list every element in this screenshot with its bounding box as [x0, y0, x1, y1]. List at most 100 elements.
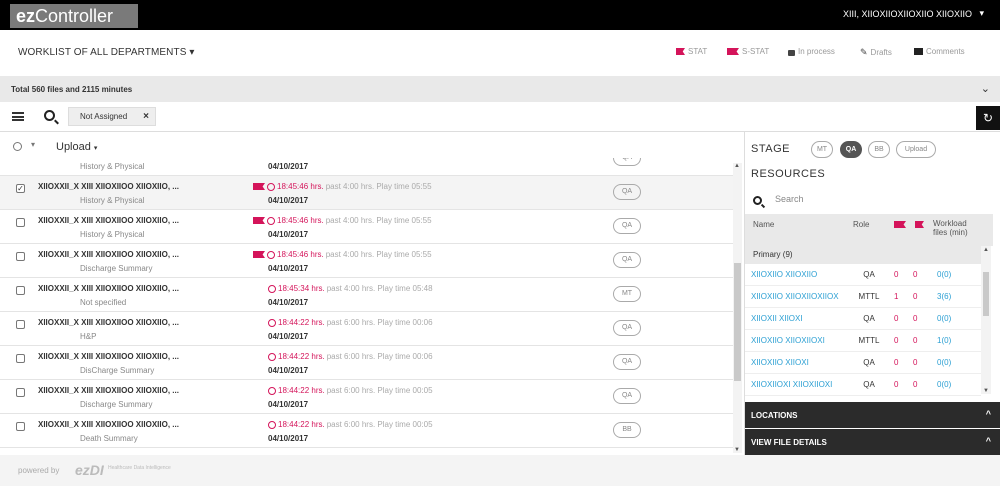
footer: powered by ezDI Healthcare Data Intellig… [0, 455, 1000, 486]
resource-row[interactable]: XIIOXIIO XIIOXIIOXIIOX MTTL 1 0 3(6) [745, 286, 981, 308]
double-flag-icon [253, 183, 265, 190]
stage-pill: QA [613, 158, 641, 166]
scroll-down-icon[interactable]: ▼ [983, 388, 989, 394]
scroll-down-icon[interactable]: ▼ [734, 447, 740, 453]
row-checkbox[interactable] [16, 354, 25, 363]
refresh-button[interactable]: ↻ [976, 106, 1000, 130]
clock-icon [267, 182, 275, 191]
double-flag-icon [727, 48, 739, 55]
stage-option-upload[interactable]: Upload [896, 141, 936, 158]
table-row[interactable]: XIIOXXII_X XIII XIIOXIIOO XIIOXIIO, ... … [0, 312, 733, 346]
scroll-up-icon[interactable]: ▲ [734, 163, 740, 169]
double-flag-icon [894, 221, 906, 228]
resource-group[interactable]: Primary (9) [745, 246, 981, 264]
stage-option-mt[interactable]: MT [811, 141, 833, 158]
resource-row[interactable]: XIIOXIIO XIIOXIIOXI MTTL 0 0 1(0) [745, 330, 981, 352]
resources-table-header: Name Role Workload files (min) [745, 214, 993, 246]
resource-row[interactable]: XIIOXIIOXI XIIOXIIOXI QA 0 0 0(0) [745, 374, 981, 396]
refresh-icon: ↻ [982, 111, 994, 125]
user-caret-icon[interactable]: ▾ [979, 8, 984, 19]
totals-text: Total 560 files and 2115 minutes [11, 85, 133, 94]
stage-pill: QA [613, 354, 641, 370]
list-scrollbar[interactable]: ▲ ▼ [733, 163, 742, 453]
ezdi-logo: ezDI [75, 462, 104, 478]
clock-icon [268, 284, 276, 293]
table-row[interactable]: XIIOXXII_X XIII XIIOXIIOO XIIOXIIO, ... … [0, 244, 733, 278]
filter-chip[interactable]: Not Assigned × [68, 107, 156, 126]
table-row[interactable]: XIIOXXII_X XIII XIIOXIIOO XIIOXIIO, ... … [0, 278, 733, 312]
worklist-title: WORKLIST OF ALL DEPARTMENTS [18, 47, 187, 58]
caret-icon: ▾ [93, 145, 98, 152]
row-checkbox[interactable] [16, 320, 25, 329]
clock-icon [268, 318, 276, 327]
table-row[interactable]: History & Physical 04/10/2017 QA [0, 158, 733, 176]
scroll-up-icon[interactable]: ▲ [983, 247, 989, 253]
scrollbar-thumb[interactable] [734, 263, 741, 381]
ezdi-tagline: Healthcare Data Intelligence [108, 465, 171, 471]
app-logo[interactable]: ezController [10, 4, 138, 28]
lock-icon [788, 49, 795, 56]
resources-panel: STAGE MT QA BB Upload RESOURCES Search N… [744, 132, 1000, 455]
powered-by-text: powered by [18, 466, 60, 475]
totals-bar: Total 560 files and 2115 minutes ⌄ [0, 76, 1000, 102]
double-flag-icon [253, 251, 265, 258]
row-checkbox[interactable] [16, 252, 25, 261]
row-checkbox[interactable] [16, 388, 25, 397]
worklist-selector[interactable]: WORKLIST OF ALL DEPARTMENTS ▾ [18, 47, 194, 58]
clock-icon [268, 420, 276, 429]
resource-row[interactable]: XIIOXII XIIOXI QA 0 0 0(0) [745, 308, 981, 330]
double-flag-icon [253, 217, 265, 224]
row-checkbox[interactable]: ✓ [16, 184, 25, 193]
stage-pill: QA [613, 184, 641, 200]
stage-pill: QA [613, 320, 641, 336]
legend-sstat: S-STAT [727, 47, 769, 56]
view-file-details-section[interactable]: VIEW FILE DETAILS ^ [745, 429, 1000, 455]
stage-pill: MT [613, 286, 641, 302]
select-all-checkbox[interactable] [13, 142, 22, 151]
stage-option-bb[interactable]: BB [868, 141, 890, 158]
stage-pill: QA [613, 218, 641, 234]
table-row[interactable]: ✓ XIIOXXII_X XIII XIIOXIIOO XIIOXIIO, ..… [0, 176, 733, 210]
chevron-down-icon[interactable]: ⌄ [981, 82, 990, 95]
table-row[interactable]: XIIOXXII_X XIII XIIOXIIOO XIIOXIIO, ... … [0, 414, 733, 448]
stage-pill: QA [613, 252, 641, 268]
table-row[interactable]: XIIOXXII_X XIII XIIOXIIOO XIIOXIIO, ... … [0, 210, 733, 244]
upload-dropdown[interactable]: Upload ▾ [56, 141, 97, 153]
chevron-up-icon[interactable]: ^ [986, 436, 991, 446]
user-menu[interactable]: XIII, XIIOXIIOXIIOXIIO XIIOXIIO [843, 9, 972, 19]
flag-icon [915, 221, 924, 228]
legend-comments: Comments [914, 47, 965, 56]
stage-pill: BB [613, 422, 641, 438]
legend-stat: STAT [676, 47, 707, 56]
row-checkbox[interactable] [16, 218, 25, 227]
close-icon[interactable]: × [143, 108, 149, 125]
legend-drafts: ✎ Drafts [860, 47, 892, 57]
top-bar: ezController XIII, XIIOXIIOXIIOXIIO XIIO… [0, 0, 1000, 30]
stage-option-qa[interactable]: QA [840, 141, 862, 158]
clock-icon [267, 216, 275, 225]
resource-row[interactable]: XIIOXIIO XIIOXIIO QA 0 0 0(0) [745, 264, 981, 286]
clock-icon [267, 250, 275, 259]
resource-row[interactable]: XIIOXIIO XIIOXI QA 0 0 0(0) [745, 352, 981, 374]
scrollbar-thumb[interactable] [983, 272, 989, 316]
flag-icon [676, 48, 685, 55]
stage-pill: QA [613, 388, 641, 404]
resource-search-input[interactable]: Search [775, 194, 804, 204]
menu-icon[interactable] [12, 112, 24, 121]
search-icon [753, 196, 762, 205]
select-caret-icon[interactable]: ▾ [31, 140, 35, 149]
table-row[interactable]: XIIOXXII_X XIII XIIOXIIOO XIIOXIIO, ... … [0, 346, 733, 380]
chevron-up-icon[interactable]: ^ [986, 409, 991, 419]
worklist-rows: History & Physical 04/10/2017 QA ✓ XIIOX… [0, 158, 733, 454]
table-row[interactable]: XIIOXXII_X XIII XIIOXIIOO XIIOXIIO, ... … [0, 380, 733, 414]
clock-icon [268, 386, 276, 395]
clock-icon [268, 352, 276, 361]
comment-icon [914, 48, 923, 55]
pencil-icon: ✎ [860, 47, 868, 57]
locations-section[interactable]: LOCATIONS ^ [745, 402, 1000, 428]
row-checkbox[interactable] [16, 422, 25, 431]
search-icon[interactable] [44, 110, 55, 121]
row-checkbox[interactable] [16, 286, 25, 295]
legend-inprocess: In process [788, 47, 835, 56]
resources-scrollbar[interactable]: ▲ ▼ [981, 246, 991, 394]
